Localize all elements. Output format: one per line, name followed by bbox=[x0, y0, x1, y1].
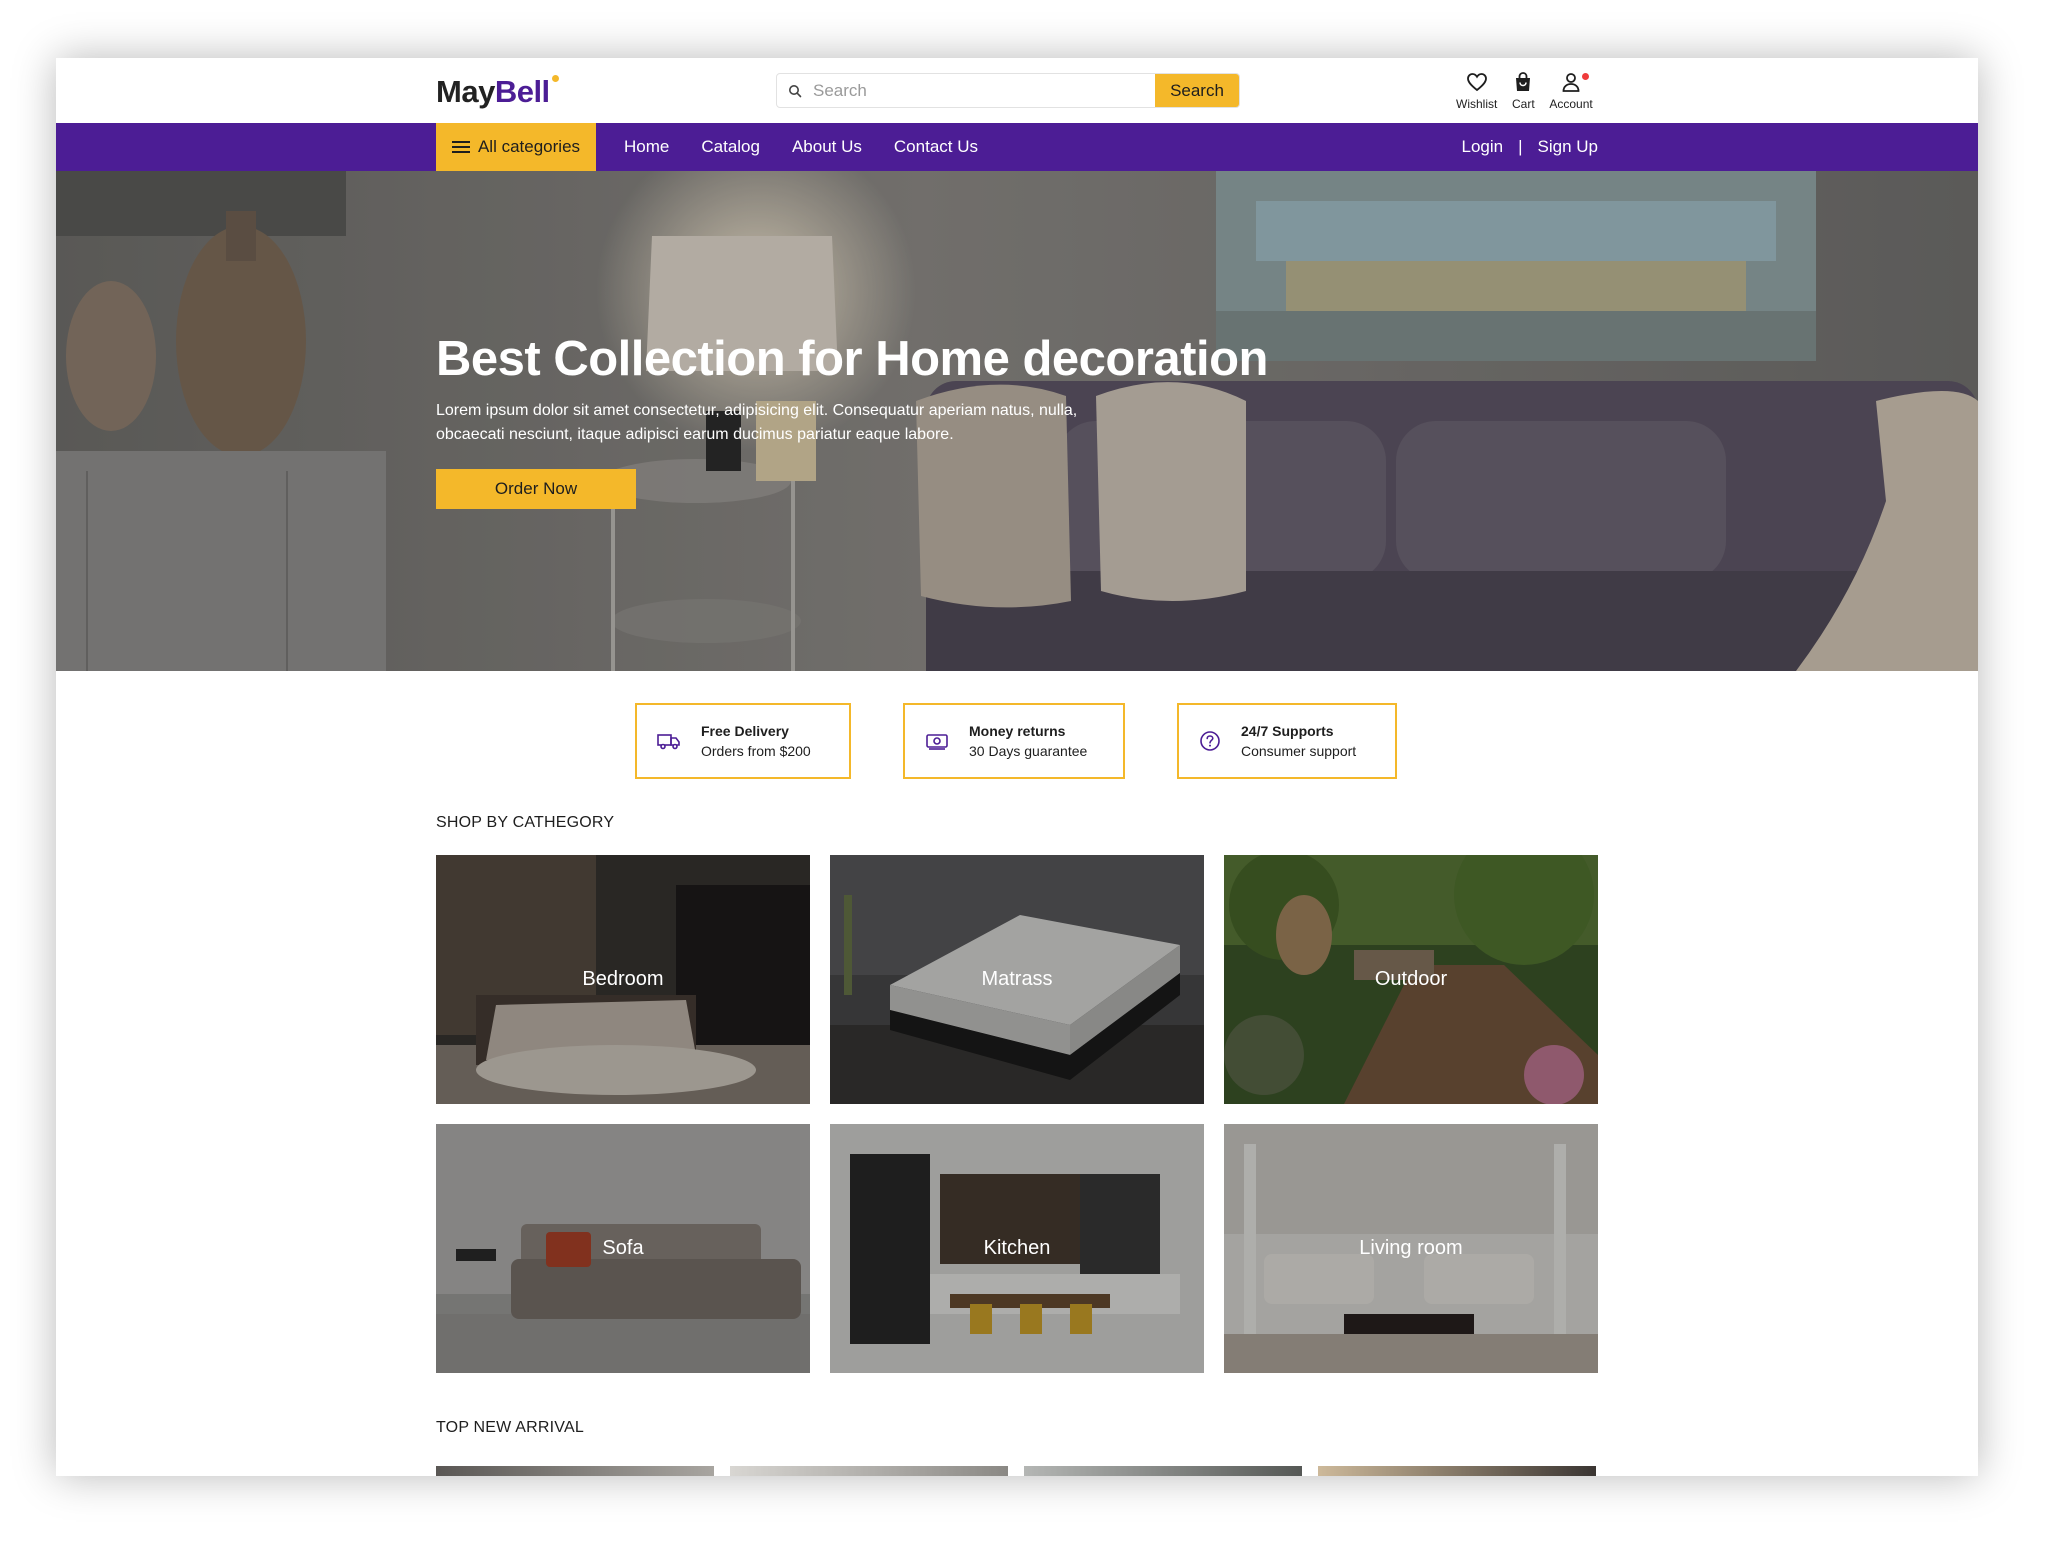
features-row: Free Delivery Orders from $200 Money ret… bbox=[56, 703, 1978, 781]
help-icon bbox=[1200, 731, 1220, 751]
feature-title: 24/7 Supports bbox=[1241, 723, 1334, 739]
site-header: MayBell Search Wishlist Cart Account bbox=[56, 58, 1978, 123]
logo[interactable]: MayBell bbox=[436, 74, 559, 110]
category-card-living-room[interactable]: Living room bbox=[1224, 1124, 1598, 1373]
feature-title: Money returns bbox=[969, 723, 1066, 739]
logo-text-bell: Bell bbox=[494, 74, 550, 109]
wishlist-label: Wishlist bbox=[1456, 97, 1498, 111]
search-bar: Search bbox=[776, 73, 1240, 108]
category-label: Matrass bbox=[981, 968, 1053, 990]
main-nav: All categories Home Catalog About Us Con… bbox=[56, 123, 1978, 171]
category-card-sofa[interactable]: Sofa bbox=[436, 1124, 810, 1373]
all-categories-button[interactable]: All categories bbox=[436, 123, 596, 171]
hero-banner: Best Collection for Home decoration Lore… bbox=[56, 171, 1978, 671]
arrivals-row bbox=[436, 1466, 1598, 1476]
feature-support: 24/7 Supports Consumer support bbox=[1177, 703, 1397, 779]
nav-link-catalog[interactable]: Catalog bbox=[701, 137, 760, 157]
category-label: Sofa bbox=[602, 1237, 644, 1259]
category-section-title: SHOP BY CATHEGORY bbox=[436, 814, 615, 831]
heart-icon bbox=[1466, 73, 1487, 92]
order-now-button[interactable]: Order Now bbox=[436, 469, 636, 509]
account-label: Account bbox=[1549, 97, 1593, 111]
category-label: Bedroom bbox=[582, 968, 664, 990]
category-card-kitchen[interactable]: Kitchen bbox=[830, 1124, 1204, 1373]
category-label: Outdoor bbox=[1374, 968, 1448, 990]
auth-separator: | bbox=[1518, 137, 1523, 156]
search-input[interactable] bbox=[813, 74, 1155, 107]
arrival-thumbnail[interactable] bbox=[730, 1466, 1008, 1476]
logo-dot bbox=[551, 75, 559, 82]
hero-title: Best Collection for Home decoration bbox=[436, 332, 1268, 386]
notification-dot bbox=[1581, 73, 1589, 80]
logo-text-may: May bbox=[436, 74, 495, 109]
category-label: Kitchen bbox=[983, 1237, 1051, 1259]
search-icon bbox=[777, 74, 813, 107]
cart-label: Cart bbox=[1512, 97, 1535, 111]
nav-link-home[interactable]: Home bbox=[624, 137, 669, 157]
header-actions: Wishlist Cart Account bbox=[1456, 70, 1593, 111]
money-icon bbox=[926, 734, 948, 750]
feature-free-delivery: Free Delivery Orders from $200 bbox=[635, 703, 851, 779]
arrivals-section-title: TOP NEW ARRIVAL bbox=[436, 1419, 584, 1436]
all-categories-label: All categories bbox=[477, 137, 581, 156]
auth-links: Login | Sign Up bbox=[1461, 123, 1598, 171]
feature-money-returns: Money returns 30 Days guarantee bbox=[903, 703, 1125, 779]
feature-title: Free Delivery bbox=[701, 723, 789, 739]
feature-subtitle: 30 Days guarantee bbox=[969, 743, 1088, 759]
nav-links: Home Catalog About Us Contact Us bbox=[624, 123, 978, 171]
user-icon bbox=[1562, 73, 1580, 92]
arrival-thumbnail[interactable] bbox=[1024, 1466, 1302, 1476]
arrival-thumbnail[interactable] bbox=[1318, 1466, 1596, 1476]
cart-button[interactable]: Cart bbox=[1511, 70, 1535, 111]
login-link[interactable]: Login bbox=[1461, 137, 1503, 157]
arrival-thumbnail[interactable] bbox=[436, 1466, 714, 1476]
category-card-outdoor[interactable]: Outdoor bbox=[1224, 855, 1598, 1104]
page-frame: MayBell Search Wishlist Cart Account bbox=[56, 58, 1978, 1476]
feature-subtitle: Consumer support bbox=[1241, 743, 1357, 759]
feature-subtitle: Orders from $200 bbox=[701, 743, 811, 759]
account-button[interactable]: Account bbox=[1549, 70, 1593, 111]
nav-link-about[interactable]: About Us bbox=[792, 137, 862, 157]
category-card-bedroom[interactable]: Bedroom bbox=[436, 855, 810, 1104]
nav-link-contact[interactable]: Contact Us bbox=[894, 137, 978, 157]
wishlist-button[interactable]: Wishlist bbox=[1456, 70, 1497, 111]
menu-icon bbox=[451, 141, 470, 153]
hero-description: Lorem ipsum dolor sit amet consectetur, … bbox=[436, 402, 1078, 443]
category-label: Living room bbox=[1359, 1237, 1463, 1259]
signup-link[interactable]: Sign Up bbox=[1538, 137, 1598, 157]
category-card-matrass[interactable]: Matrass bbox=[830, 855, 1204, 1104]
truck-icon bbox=[657, 734, 680, 750]
bag-icon bbox=[1516, 72, 1531, 91]
search-button[interactable]: Search bbox=[1155, 74, 1239, 107]
